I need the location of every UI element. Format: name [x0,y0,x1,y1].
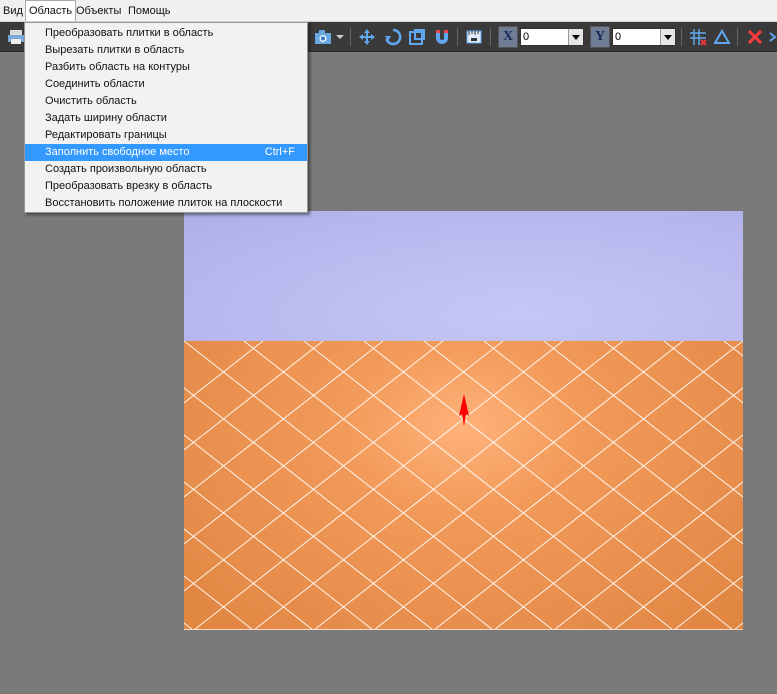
menu-area[interactable]: Область [25,0,77,21]
menu-item-clear-area[interactable]: Очистить область [25,93,307,110]
delete-icon[interactable] [744,26,766,48]
scene-viewport[interactable] [184,211,743,630]
grid-icon[interactable] [687,26,709,48]
y-coordinate-select[interactable]: 0 [612,28,676,46]
area-dropdown-menu: Преобразовать плитки в область Вырезать … [24,22,308,213]
y-axis-label: Y [590,26,610,48]
chevron-down-icon[interactable] [568,29,583,45]
wall-surface[interactable] [184,211,743,341]
menu-view[interactable]: Вид [0,0,26,22]
menu-item-create-custom-area[interactable]: Создать произвольную область [25,161,307,178]
x-coordinate-value: 0 [523,31,530,43]
x-axis-label: X [498,26,518,48]
ruler-icon[interactable] [463,26,485,48]
menu-item-convert-inset[interactable]: Преобразовать врезку в область [25,178,307,195]
menu-help[interactable]: Помощь [125,0,174,22]
menu-item-set-width[interactable]: Задать ширину области [25,110,307,127]
scale-icon[interactable] [406,26,428,48]
rotate-icon[interactable] [382,26,404,48]
menu-item-convert-tiles[interactable]: Преобразовать плитки в область [25,25,307,42]
triangle-icon[interactable] [711,26,733,48]
floor-tiled-area[interactable] [184,341,743,630]
magnet-icon[interactable] [431,26,453,48]
menu-item-cut-tiles[interactable]: Вырезать плитки в область [25,42,307,59]
menu-objects[interactable]: Объекты [73,0,124,22]
chevron-down-icon[interactable] [334,26,346,48]
camera-marker-icon[interactable] [457,394,471,429]
move-icon[interactable] [356,26,378,48]
menu-item-restore-tile-position[interactable]: Восстановить положение плиток на плоскос… [25,195,307,212]
shortcut-label: Ctrl+F [264,146,295,158]
menu-item-split-area[interactable]: Разбить область на контуры [25,59,307,76]
menu-bar: Вид Область Объекты Помощь [0,0,777,22]
menu-item-fill-free-space[interactable]: Заполнить свободное место Ctrl+F [25,144,307,161]
menu-item-join-areas[interactable]: Соединить области [25,76,307,93]
x-coordinate-select[interactable]: 0 [520,28,584,46]
menu-item-edit-borders[interactable]: Редактировать границы [25,127,307,144]
camera-icon[interactable] [312,26,334,48]
overflow-icon[interactable] [766,26,777,48]
y-coordinate-value: 0 [615,31,622,43]
chevron-down-icon[interactable] [660,29,675,45]
